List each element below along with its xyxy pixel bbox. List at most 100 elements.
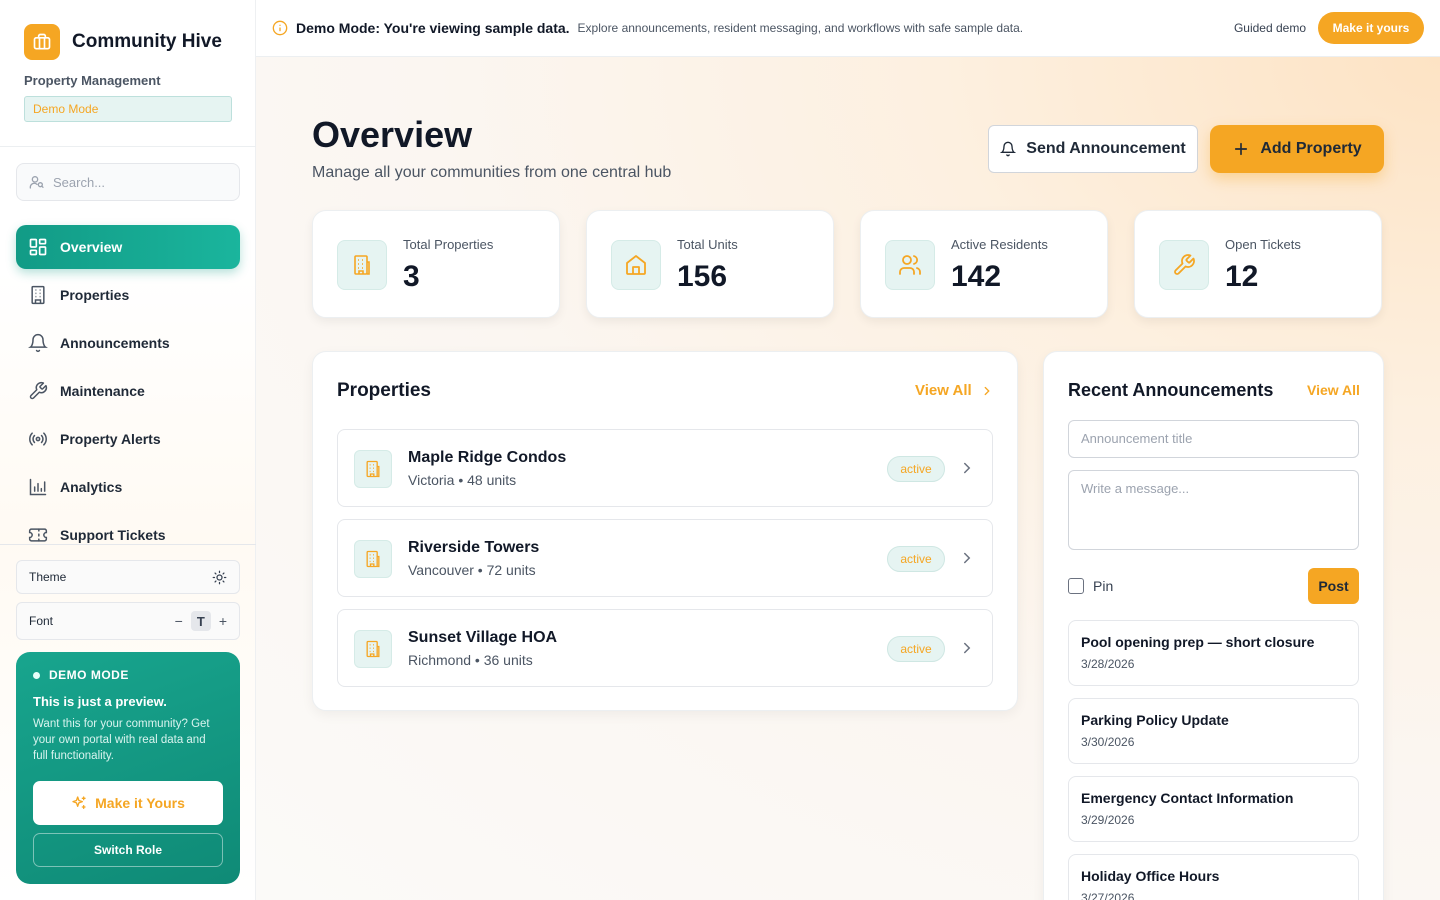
chevron-right-icon xyxy=(980,384,994,398)
announcement-title: Emergency Contact Information xyxy=(1081,790,1294,806)
sidebar-item-property-alerts[interactable]: Property Alerts xyxy=(16,417,240,461)
stat-label: Open Tickets xyxy=(1225,237,1301,252)
sidebar-item-support-tickets[interactable]: Support Tickets xyxy=(16,513,240,557)
pin-checkbox-wrap[interactable]: Pin xyxy=(1068,578,1113,594)
add-property-button[interactable]: Add Property xyxy=(1210,125,1384,173)
pin-checkbox[interactable] xyxy=(1068,578,1084,594)
announcement-item[interactable]: Holiday Office Hours 3/27/2026 xyxy=(1068,854,1359,900)
broadcast-icon xyxy=(28,429,48,449)
property-row[interactable]: Maple Ridge Condos Victoria • 48 units a… xyxy=(337,429,993,507)
announcements-panel: Recent Announcements View All Announceme… xyxy=(1043,351,1384,900)
announcements-view-all-link[interactable]: View All xyxy=(1307,382,1360,398)
font-reset-button[interactable]: T xyxy=(190,611,211,631)
status-badge: active xyxy=(887,636,945,662)
send-announcement-label: Send Announcement xyxy=(1026,140,1186,157)
bell-icon xyxy=(1000,141,1017,157)
make-it-yours-button[interactable]: Make it Yours xyxy=(33,781,223,825)
search-input[interactable]: Search... xyxy=(16,163,240,201)
app-name: Community Hive xyxy=(72,31,222,52)
font-label: Font xyxy=(29,614,54,628)
add-property-label: Add Property xyxy=(1260,140,1362,157)
property-name: Maple Ridge Condos xyxy=(408,449,567,466)
properties-view-all-link[interactable]: View All xyxy=(915,382,994,399)
announcement-date: 3/29/2026 xyxy=(1081,813,1135,827)
sidebar-item-overview[interactable]: Overview xyxy=(16,225,240,269)
sparkles-icon xyxy=(71,795,87,811)
announcement-item[interactable]: Parking Policy Update 3/30/2026 xyxy=(1068,698,1359,764)
sidebar-item-label: Properties xyxy=(60,287,130,303)
building-icon xyxy=(354,540,392,578)
main-content: Overview Manage all your communities fro… xyxy=(256,57,1440,900)
demo-mode-card: DEMO MODE This is just a preview. Want t… xyxy=(16,652,240,884)
guided-demo-link[interactable]: Guided demo xyxy=(1234,21,1306,35)
make-it-yours-cta[interactable]: Make it yours xyxy=(1318,12,1424,44)
property-row[interactable]: Riverside Towers Vancouver • 72 units ac… xyxy=(337,519,993,597)
property-name: Riverside Towers xyxy=(408,539,540,556)
announcement-title: Pool opening prep — short closure xyxy=(1081,634,1315,650)
sidebar-item-announcements[interactable]: Announcements xyxy=(16,321,240,365)
briefcase-icon xyxy=(24,24,60,60)
stat-label: Total Units xyxy=(677,237,738,252)
announcement-title-input[interactable]: Announcement title xyxy=(1068,420,1359,458)
theme-setting[interactable]: Theme xyxy=(16,560,240,594)
properties-panel: Properties View All Maple Ridge Condos V… xyxy=(312,351,1018,711)
divider xyxy=(0,544,256,545)
property-meta: Richmond • 36 units xyxy=(408,652,533,668)
info-icon xyxy=(272,20,288,36)
app-subtitle: Property Management xyxy=(24,73,161,88)
stat-card-total-properties: Total Properties 3 xyxy=(312,210,560,318)
demo-card-text: Want this for your community? Get your o… xyxy=(33,718,210,762)
make-it-yours-label: Make it Yours xyxy=(95,795,185,811)
demo-tag-label: DEMO MODE xyxy=(49,668,129,682)
sidebar-item-properties[interactable]: Properties xyxy=(16,273,240,317)
sidebar-item-label: Announcements xyxy=(60,335,170,351)
sun-icon[interactable] xyxy=(212,570,227,585)
font-increase-button[interactable]: + xyxy=(219,613,227,629)
font-decrease-button[interactable]: − xyxy=(175,613,183,629)
wrench-icon xyxy=(1159,240,1209,290)
property-meta: Victoria • 48 units xyxy=(408,472,517,488)
announcements-title: Recent Announcements xyxy=(1068,380,1274,400)
demo-card-title: This is just a preview. xyxy=(33,694,167,709)
sidebar-item-label: Support Tickets xyxy=(60,527,166,543)
post-button[interactable]: Post xyxy=(1308,568,1359,604)
building-icon xyxy=(354,630,392,668)
announcement-item[interactable]: Pool opening prep — short closure 3/28/2… xyxy=(1068,620,1359,686)
properties-title: Properties xyxy=(337,380,431,401)
announcement-item[interactable]: Emergency Contact Information 3/29/2026 xyxy=(1068,776,1359,842)
theme-label: Theme xyxy=(29,570,67,584)
demo-tag: DEMO MODE xyxy=(33,668,223,682)
brand[interactable]: Community Hive xyxy=(24,24,222,60)
bell-icon xyxy=(28,333,48,353)
property-row[interactable]: Sunset Village HOA Richmond • 36 units a… xyxy=(337,609,993,687)
user-search-icon xyxy=(29,174,45,190)
chevron-right-icon xyxy=(958,549,976,567)
sidebar-item-maintenance[interactable]: Maintenance xyxy=(16,369,240,413)
stat-card-active-residents: Active Residents 142 xyxy=(860,210,1108,318)
sidebar: Community Hive Property Management Demo … xyxy=(0,0,256,900)
send-announcement-button[interactable]: Send Announcement xyxy=(988,125,1198,173)
sidebar-item-label: Property Alerts xyxy=(60,431,161,447)
announcement-message-textarea[interactable]: Write a message... xyxy=(1068,470,1359,550)
building-icon xyxy=(28,285,48,305)
stat-card-open-tickets: Open Tickets 12 xyxy=(1134,210,1382,318)
ticket-icon xyxy=(28,525,48,545)
property-name: Sunset Village HOA xyxy=(408,629,558,646)
stat-value: 142 xyxy=(951,260,1002,293)
banner-description: Explore announcements, resident messagin… xyxy=(577,21,1024,35)
announcement-date: 3/28/2026 xyxy=(1081,657,1135,671)
announcement-title: Holiday Office Hours xyxy=(1081,868,1220,884)
building-icon xyxy=(337,240,387,290)
search-placeholder: Search... xyxy=(53,174,106,190)
users-icon xyxy=(885,240,935,290)
stat-label: Total Properties xyxy=(403,237,494,252)
chevron-right-icon xyxy=(958,639,976,657)
page-title: Overview xyxy=(312,114,473,155)
view-all-label: View All xyxy=(915,382,972,399)
switch-role-button[interactable]: Switch Role xyxy=(33,833,223,867)
sidebar-item-analytics[interactable]: Analytics xyxy=(16,465,240,509)
status-badge: active xyxy=(887,456,945,482)
announcement-title: Parking Policy Update xyxy=(1081,712,1229,728)
banner-title: Demo Mode: You're viewing sample data. xyxy=(296,20,570,36)
divider xyxy=(0,146,256,147)
